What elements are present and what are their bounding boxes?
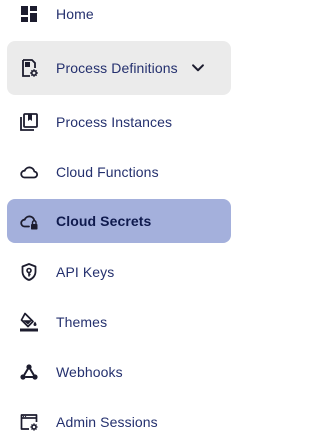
sidebar-item-process-definitions[interactable]: Process Definitions bbox=[7, 41, 231, 95]
cloud-lock-icon bbox=[19, 211, 39, 231]
sidebar-item-themes[interactable]: Themes bbox=[7, 300, 231, 344]
sidebar-item-admin-sessions[interactable]: Admin Sessions bbox=[7, 400, 231, 444]
sidebar-item-api-keys[interactable]: API Keys bbox=[7, 250, 231, 294]
sidebar-item-label: Home bbox=[56, 6, 94, 22]
sidebar-item-label: Process Definitions bbox=[56, 60, 178, 76]
process-instances-icon bbox=[19, 112, 39, 132]
dashboard-icon bbox=[19, 4, 39, 24]
sidebar-item-webhooks[interactable]: Webhooks bbox=[7, 350, 231, 394]
cloud-icon bbox=[19, 162, 39, 182]
sidebar-item-label: Admin Sessions bbox=[56, 414, 158, 430]
paint-bucket-icon bbox=[19, 312, 39, 332]
chevron-down-icon[interactable] bbox=[187, 57, 209, 79]
sidebar-item-label: API Keys bbox=[56, 264, 115, 280]
webhook-icon bbox=[19, 362, 39, 382]
sidebar-item-process-instances[interactable]: Process Instances bbox=[7, 100, 231, 144]
sidebar-item-label: Cloud Secrets bbox=[56, 213, 152, 229]
sidebar-item-label: Cloud Functions bbox=[56, 164, 159, 180]
sidebar-item-cloud-secrets[interactable]: Cloud Secrets bbox=[7, 199, 231, 243]
shield-key-icon bbox=[19, 262, 39, 282]
sidebar-item-home[interactable]: Home bbox=[7, 0, 231, 36]
sidebar-item-label: Process Instances bbox=[56, 114, 173, 130]
sidebar-item-label: Themes bbox=[56, 314, 108, 330]
sidebar-nav: Home Process Definitions Process Instanc… bbox=[0, 0, 241, 440]
process-definitions-icon bbox=[19, 58, 39, 78]
sidebar-item-label: Webhooks bbox=[56, 364, 123, 380]
admin-settings-icon bbox=[19, 412, 39, 432]
sidebar-item-cloud-functions[interactable]: Cloud Functions bbox=[7, 150, 231, 194]
